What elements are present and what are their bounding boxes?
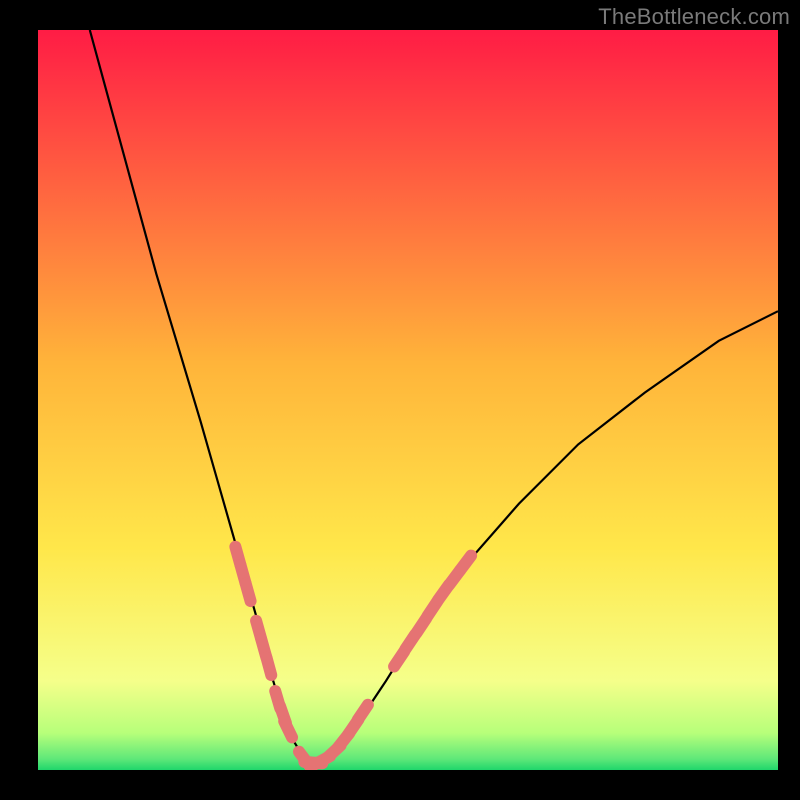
plot-svg	[38, 30, 778, 770]
curve-marker	[267, 658, 272, 675]
watermark-text: TheBottleneck.com	[598, 4, 790, 30]
curve-marker	[246, 584, 251, 601]
curve-marker	[284, 721, 292, 737]
gradient-background	[38, 30, 778, 770]
chart-frame: TheBottleneck.com	[0, 0, 800, 800]
plot-area	[38, 30, 778, 770]
curve-marker	[358, 705, 368, 720]
